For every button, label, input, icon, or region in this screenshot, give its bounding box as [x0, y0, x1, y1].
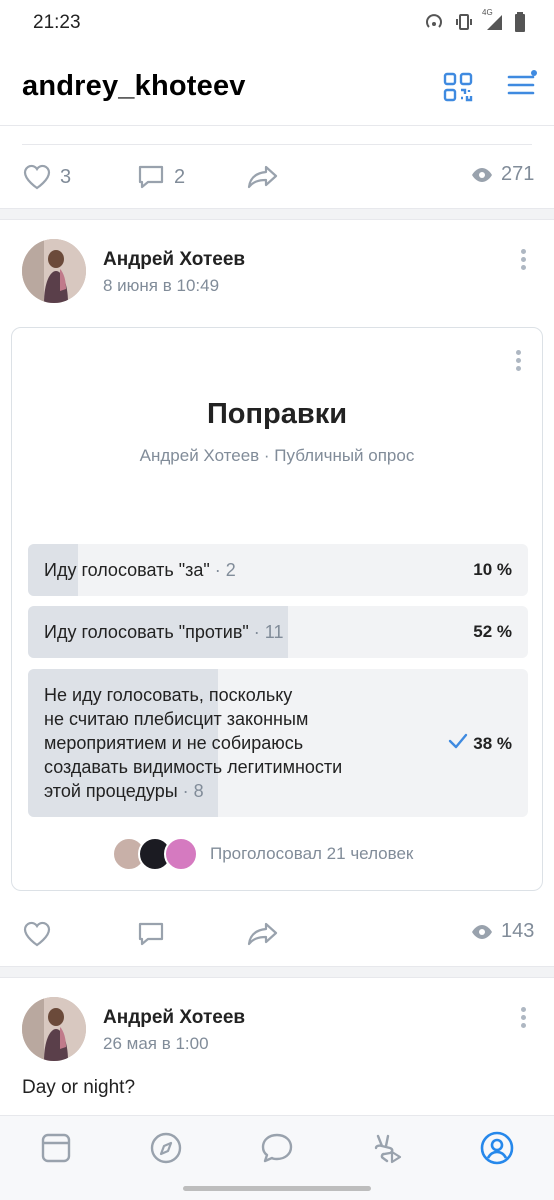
poll-option[interactable]: Иду голосовать "за" · 2 10 % — [28, 544, 528, 596]
newsfeed-icon — [41, 1133, 71, 1163]
home-indicator — [183, 1186, 371, 1191]
view-counter: 271 — [471, 163, 534, 186]
post-separator — [0, 966, 554, 978]
battery-icon — [515, 12, 525, 32]
share-button[interactable] — [246, 163, 280, 191]
post-header: Андрей Хотеев 8 июня в 10:49 — [0, 232, 554, 312]
like-button[interactable] — [22, 920, 52, 948]
poll-option-percent: 52 % — [473, 622, 512, 641]
avatar[interactable] — [22, 239, 86, 303]
poll-option-percent: 10 % — [473, 560, 512, 579]
view-counter: 143 — [471, 920, 534, 943]
post-actions: 143 — [0, 903, 554, 967]
poll-card: Поправки Андрей Хотеев · Публичный опрос… — [11, 327, 543, 891]
poll-voters[interactable]: Проголосовал 21 человек — [112, 836, 413, 872]
comment-count: 2 — [174, 165, 186, 188]
post-header: Андрей Хотеев 26 мая в 1:00 — [0, 990, 554, 1070]
post-text: Day or night? — [22, 1077, 136, 1098]
poll-options-icon[interactable] — [516, 350, 522, 374]
profile-title: andrey_khoteev — [22, 70, 246, 102]
poll-option[interactable]: Не иду голосовать, поскольку не считаю п… — [28, 669, 528, 817]
messages-icon — [261, 1133, 293, 1163]
poll-voters-count: Проголосовал 21 человек — [210, 844, 414, 863]
post-date: 26 мая в 1:00 — [103, 1034, 209, 1053]
poll-option-percent: 38 % — [473, 734, 512, 753]
post-date: 8 июня в 10:49 — [103, 276, 220, 295]
poll-option-label: Иду голосовать "против" · 11 — [44, 622, 284, 642]
share-icon — [247, 922, 278, 946]
status-icons: 4G — [424, 8, 526, 32]
clips-tab[interactable] — [368, 1130, 404, 1166]
eye-icon — [472, 924, 492, 939]
share-icon — [247, 165, 278, 189]
share-button[interactable] — [246, 920, 280, 948]
qr-code-icon[interactable] — [443, 72, 473, 107]
comment-button[interactable]: 2 — [136, 163, 185, 191]
author-name[interactable]: Андрей Хотеев — [103, 249, 245, 271]
comment-icon — [138, 165, 164, 189]
more-options-icon[interactable] — [521, 1007, 527, 1031]
poll-title: Поправки — [206, 398, 348, 430]
comment-icon — [138, 922, 164, 946]
comment-button[interactable] — [136, 920, 166, 948]
signal-icon: 4G — [482, 8, 504, 32]
status-bar: 21:23 4G — [0, 0, 554, 48]
like-button[interactable]: 3 — [22, 163, 71, 191]
hotspot-icon — [426, 14, 442, 28]
network-type: 4G — [482, 8, 493, 17]
app-bar: andrey_khoteev — [0, 48, 554, 126]
poll-option[interactable]: Иду голосовать "против" · 11 52 % — [28, 606, 528, 658]
messages-tab[interactable] — [259, 1130, 295, 1166]
profile-icon — [480, 1131, 514, 1165]
view-count: 143 — [501, 920, 535, 942]
heart-icon — [23, 921, 51, 947]
poll-option-label: Не иду голосовать, поскольку не считаю п… — [44, 685, 343, 801]
poll-option-label: Иду голосовать "за" · 2 — [44, 560, 236, 580]
heart-icon — [23, 164, 51, 190]
avatar[interactable] — [22, 997, 86, 1061]
divider — [22, 144, 532, 145]
compass-icon — [150, 1132, 182, 1164]
news-tab[interactable] — [38, 1130, 74, 1166]
author-name[interactable]: Андрей Хотеев — [103, 1007, 245, 1029]
view-count: 271 — [501, 163, 535, 185]
voter-avatar — [164, 837, 198, 871]
vibrate-icon — [456, 14, 472, 30]
poll-subtitle: Андрей Хотеев · Публичный опрос — [139, 446, 415, 465]
more-options-icon[interactable] — [521, 249, 527, 273]
profile-tab[interactable] — [479, 1130, 515, 1166]
clips-icon — [374, 1134, 402, 1164]
hamburger-menu-icon[interactable] — [506, 70, 538, 105]
post-actions: 3 2 271 — [0, 146, 554, 210]
eye-icon — [472, 167, 492, 182]
status-time: 21:23 — [33, 12, 81, 33]
like-count: 3 — [60, 165, 72, 188]
voted-check-icon — [448, 733, 468, 754]
post-separator — [0, 208, 554, 220]
discover-tab[interactable] — [148, 1130, 184, 1166]
